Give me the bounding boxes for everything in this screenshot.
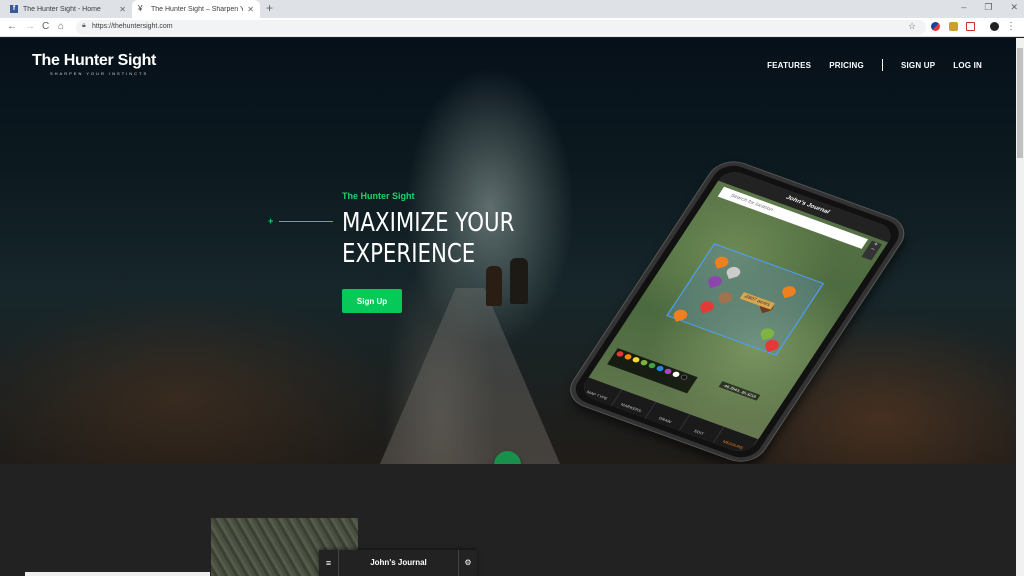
tab-title: The Hunter Sight – Sharpen Your [151,5,244,13]
new-tab-button[interactable]: + [266,1,273,15]
decorative-line: + [268,216,334,226]
bookmark-star-icon[interactable]: ☆ [908,21,916,32]
sign-up-button[interactable]: Sign Up [342,289,402,313]
url-text[interactable]: https://thehuntersight.com [92,23,173,30]
color-swatch [679,373,689,381]
logo-title: The Hunter Sight [32,52,157,69]
browser-toolbar: ← → C ⌂ 🔒︎ https://thehuntersight.com ☆ … [0,18,1024,37]
address-bar[interactable]: 🔒︎ https://thehuntersight.com [76,20,926,35]
coordinates-readout: -46.3543, 30.3216 [718,381,761,401]
extension-icon[interactable] [949,22,958,31]
tab-home[interactable]: f The Hunter Sight - Home ✕ [4,0,132,18]
color-palette [607,348,698,394]
minimize-button[interactable]: – [961,2,966,13]
headline-line-2: EXPERIENCE [342,239,476,269]
profile-avatar[interactable] [990,22,999,31]
journal-title: John's Journal [339,550,459,576]
hero-headline: MAXIMIZE YOUR EXPERIENCE [342,208,514,270]
hamburger-menu-icon[interactable]: ≡ [319,550,339,576]
journal-app-bar: ≡ John's Journal ⚙ [319,550,477,576]
nav-sign-up[interactable]: SIGN UP [901,61,935,70]
logo-tagline: SHARPEN YOUR INSTINCTS [50,71,149,76]
nav-log-in[interactable]: LOG IN [953,61,982,70]
scrollbar-thumb[interactable] [1017,48,1023,158]
plus-icon: + [268,216,274,226]
reload-button[interactable]: C [42,21,49,32]
features-section: ≡ John's Journal ⚙ [0,464,1016,576]
hunter-figure [486,266,502,306]
tab-sharpen[interactable]: ¥ The Hunter Sight – Sharpen Your ✕ [132,0,260,18]
back-button[interactable]: ← [7,21,17,32]
lock-icon: 🔒︎ [82,22,86,29]
extension-icon[interactable] [966,22,975,31]
forward-button[interactable]: → [25,21,35,32]
forest-road-image [380,288,560,464]
browser-tab-strip: f The Hunter Sight - Home ✕ ¥ The Hunter… [0,0,1024,18]
headline-line-1: MAXIMIZE YOUR [342,208,515,238]
hero-section: The Hunter Sight SHARPEN YOUR INSTINCTS … [0,38,1016,468]
hero-kicker: The Hunter Sight [342,191,415,201]
close-tab-icon[interactable]: ✕ [119,5,126,14]
status-strip [25,572,210,576]
divider-line [279,220,334,222]
facebook-icon: f [10,5,18,13]
close-tab-icon[interactable]: ✕ [247,5,254,14]
extension-icon[interactable] [931,22,940,31]
deer-icon: ¥ [138,4,143,13]
phone-screen: John's Journal Search for location + − 28… [577,167,897,456]
nav-divider [881,59,883,71]
close-window-button[interactable]: ✕ [1010,2,1018,13]
nav-features[interactable]: FEATURES [767,61,811,70]
restore-button[interactable]: ❐ [984,2,992,13]
phone-mockup: John's Journal Search for location + − 28… [562,116,912,519]
site-logo[interactable]: The Hunter Sight SHARPEN YOUR INSTINCTS [32,52,156,76]
gear-icon[interactable]: ⚙ [459,550,477,576]
browser-menu-icon[interactable]: ⋮ [1006,21,1016,32]
page: The Hunter Sight SHARPEN YOUR INSTINCTS … [0,38,1016,576]
main-nav: FEATURES PRICING SIGN UP LOG IN [767,59,982,71]
app-tab-measure: MEASURE [713,426,759,456]
nav-pricing[interactable]: PRICING [829,61,864,70]
tab-title: The Hunter Sight - Home [23,5,101,13]
phone-body: John's Journal Search for location + − 28… [562,156,912,468]
page-scrollbar[interactable] [1016,38,1024,576]
home-button[interactable]: ⌂ [58,21,64,32]
